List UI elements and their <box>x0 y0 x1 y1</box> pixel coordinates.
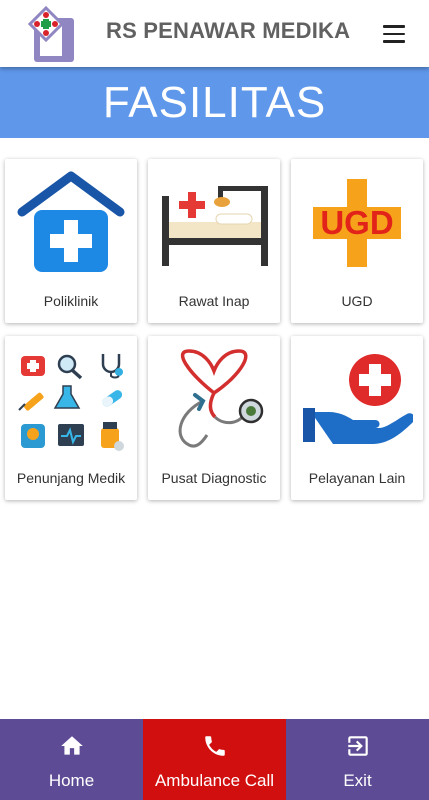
facility-card-poliklinik[interactable]: Poliklinik <box>5 159 137 323</box>
app-title: RS PENAWAR MEDIKA <box>106 18 351 43</box>
stethoscope-heart-icon <box>178 348 264 447</box>
facility-label: Pelayanan Lain <box>308 470 406 486</box>
menu-icon <box>383 25 405 28</box>
facility-label: Rawat Inap <box>178 293 250 309</box>
facility-label: Penunjang Medik <box>16 470 126 486</box>
ugd-icon-text: UGD <box>320 204 393 241</box>
nav-exit-label: Exit <box>343 771 372 790</box>
app-header: RS PENAWAR MEDIKA <box>0 0 429 67</box>
hamburger-menu-button[interactable] <box>378 20 410 48</box>
nav-ambulance-call-button[interactable]: Ambulance Call <box>143 719 286 800</box>
clinic-house-icon <box>17 171 125 272</box>
facility-label: Pusat Diagnostic <box>161 470 267 486</box>
facility-card-rawat-inap[interactable]: Rawat Inap <box>148 159 280 323</box>
facility-label: UGD <box>341 293 373 309</box>
care-hand-icon <box>303 353 413 444</box>
facility-card-pelayanan-lain[interactable]: Pelayanan Lain <box>291 336 423 500</box>
emergency-cross-icon: UGD <box>313 178 401 267</box>
medical-supplies-icon <box>18 353 124 451</box>
hospital-logo <box>27 5 74 62</box>
nav-home-button[interactable]: Home <box>0 719 143 800</box>
nav-home-label: Home <box>48 771 95 790</box>
facility-card-penunjang-medik[interactable]: Penunjang Medik <box>5 336 137 500</box>
facility-card-pusat-diagnostic[interactable]: Pusat Diagnostic <box>148 336 280 500</box>
section-title: FASILITAS <box>102 77 327 127</box>
exit-icon <box>347 736 368 756</box>
hospital-bed-icon <box>162 185 268 266</box>
phone-icon <box>204 736 225 756</box>
facility-label: Poliklinik <box>43 293 99 309</box>
facility-card-ugd[interactable]: UGD UGD <box>291 159 423 323</box>
nav-exit-button[interactable]: Exit <box>286 719 429 800</box>
section-banner: FASILITAS <box>0 67 429 138</box>
home-icon <box>60 736 83 755</box>
nav-ambulance-label: Ambulance Call <box>154 771 275 790</box>
bottom-navigation: Home Ambulance Call Exit <box>0 719 429 800</box>
